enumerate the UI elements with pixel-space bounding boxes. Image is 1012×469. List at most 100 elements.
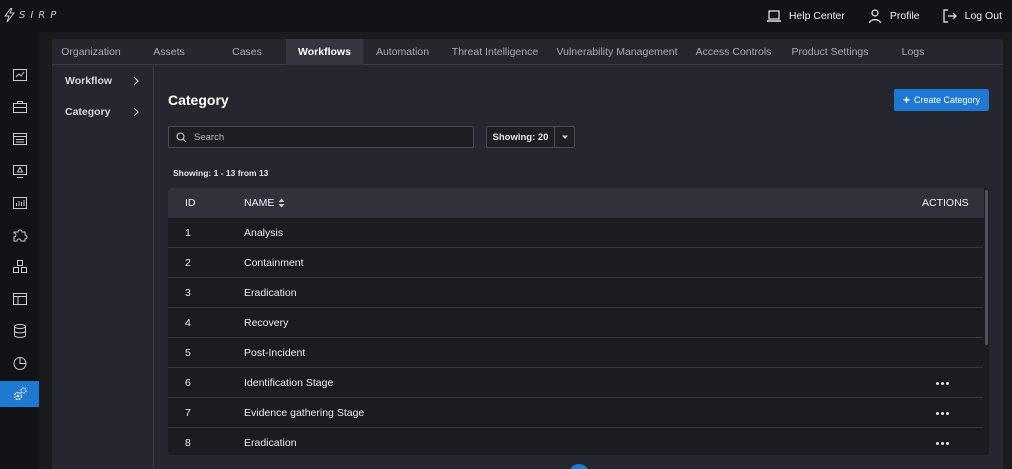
tab-workflows[interactable]: Workflows (286, 39, 363, 65)
cell-name: Containment (244, 257, 304, 269)
more-icon-dot (940, 411, 944, 415)
briefcase-icon (12, 101, 27, 113)
cubes-icon (12, 260, 27, 273)
column-header-actions: ACTIONS (922, 197, 969, 209)
create-category-button[interactable]: + Create Category (894, 89, 989, 111)
rail-item-board[interactable] (0, 286, 39, 312)
subnav-item-workflow[interactable]: Workflow (65, 72, 141, 90)
subnav-item-label: Category (65, 106, 111, 118)
page-size-select[interactable]: Showing: 20 (486, 126, 575, 148)
cell-name: Identification Stage (244, 377, 334, 389)
logout-link[interactable]: Log Out (942, 8, 1002, 24)
table-header: ID NAME ACTIONS (168, 188, 989, 218)
cell-name: Analysis (244, 227, 284, 239)
rail-item-assets[interactable] (0, 94, 39, 120)
chevron-right-icon (133, 107, 139, 117)
cell-name: Evidence gathering Stage (244, 407, 365, 419)
create-category-label: Create Category (913, 95, 981, 105)
logout-label: Log Out (964, 10, 1002, 22)
cell-id: 4 (185, 317, 191, 329)
sort-icon (278, 198, 285, 208)
subnav-item-category[interactable]: Category (65, 103, 141, 121)
rail-item-modules[interactable] (0, 254, 39, 280)
search-box (168, 126, 474, 148)
category-content: Category + Create Category Showing: 20 S… (155, 66, 1003, 469)
rail-item-analytics[interactable] (0, 350, 39, 376)
cell-id: 1 (185, 227, 191, 239)
more-icon-dot (945, 441, 949, 445)
table-row: 1 Analysis (168, 218, 983, 248)
plus-icon: + (902, 93, 910, 107)
tab-access-controls[interactable]: Access Controls (686, 39, 781, 65)
column-header-name[interactable]: NAME (244, 188, 285, 218)
more-icon-dot (945, 411, 949, 415)
category-table: ID NAME ACTIONS 1 Analysis 2 Containment… (168, 188, 989, 455)
rail-item-data[interactable] (0, 318, 39, 344)
board-icon (12, 293, 27, 305)
table-row: 3 Eradication (168, 278, 983, 308)
rail-item-integrations[interactable] (0, 222, 39, 248)
tab-vulnerability-management[interactable]: Vulnerability Management (548, 39, 686, 65)
top-actions: Help Center Profile Log Out (766, 0, 1002, 32)
page-title: Category (168, 92, 229, 108)
cell-name: Post-Incident (244, 347, 306, 359)
scrollbar-thumb[interactable] (985, 190, 988, 345)
table-row: 6 Identification Stage (168, 368, 983, 398)
pagination-indicator[interactable] (569, 464, 589, 469)
profile-link[interactable]: Profile (867, 8, 920, 24)
row-actions-button[interactable] (934, 437, 950, 449)
rail-item-settings[interactable] (0, 381, 39, 407)
cell-id: 2 (185, 257, 191, 269)
row-actions-button[interactable] (934, 407, 950, 419)
column-header-id: ID (185, 197, 196, 209)
cell-id: 3 (185, 287, 191, 299)
chevron-right-icon (133, 76, 139, 86)
settings-tabs: Organization Assets Cases Workflows Auto… (52, 39, 1003, 65)
monitor-alert-icon (12, 165, 27, 178)
more-icon-dot (940, 381, 944, 385)
page-size-value: Showing: 20 (492, 131, 549, 143)
rail-item-dashboard[interactable] (0, 62, 39, 88)
search-input[interactable] (194, 131, 464, 143)
lightning-icon (4, 8, 15, 22)
row-actions-button[interactable] (934, 377, 950, 389)
search-icon (176, 131, 187, 142)
cell-id: 5 (185, 347, 191, 359)
rail-item-incidents[interactable] (0, 158, 39, 184)
brand-logo[interactable]: SIRP (4, 8, 61, 22)
more-icon-dot (935, 411, 939, 415)
tab-threat-intelligence[interactable]: Threat Intelligence (442, 39, 548, 65)
table-scrollbar[interactable] (984, 188, 989, 455)
settings-panel: Organization Assets Cases Workflows Auto… (52, 39, 1003, 469)
more-icon-dot (940, 441, 944, 445)
column-header-name-label: NAME (244, 197, 275, 209)
gears-icon (13, 387, 27, 401)
rail-item-cases[interactable] (0, 126, 39, 152)
tab-organization[interactable]: Organization (52, 39, 130, 65)
tab-logs[interactable]: Logs (879, 39, 947, 65)
tab-product-settings[interactable]: Product Settings (781, 39, 879, 65)
tab-cases[interactable]: Cases (208, 39, 286, 65)
table-row: 5 Post-Incident (168, 338, 983, 368)
dashboard-icon (12, 69, 27, 81)
brand-name: SIRP (19, 9, 62, 21)
database-icon (13, 324, 26, 338)
rail-item-reports[interactable] (0, 190, 39, 216)
help-center-link[interactable]: Help Center (766, 8, 845, 24)
tab-automation[interactable]: Automation (363, 39, 442, 65)
tab-assets[interactable]: Assets (130, 39, 208, 65)
subnav-item-label: Workflow (65, 75, 113, 87)
table-row: 4 Recovery (168, 308, 983, 338)
logout-icon (943, 9, 957, 23)
results-count: Showing: 1 - 13 from 13 (173, 168, 269, 178)
left-icon-rail (0, 32, 39, 469)
caret-down-icon (561, 135, 568, 139)
cell-id: 6 (185, 377, 191, 389)
pie-chart-icon (13, 357, 26, 370)
table-row: 7 Evidence gathering Stage (168, 398, 983, 428)
chart-icon (12, 197, 27, 209)
user-icon (868, 9, 881, 24)
puzzle-icon (13, 229, 27, 242)
cell-id: 7 (185, 407, 191, 419)
table-row: 2 Containment (168, 248, 983, 278)
